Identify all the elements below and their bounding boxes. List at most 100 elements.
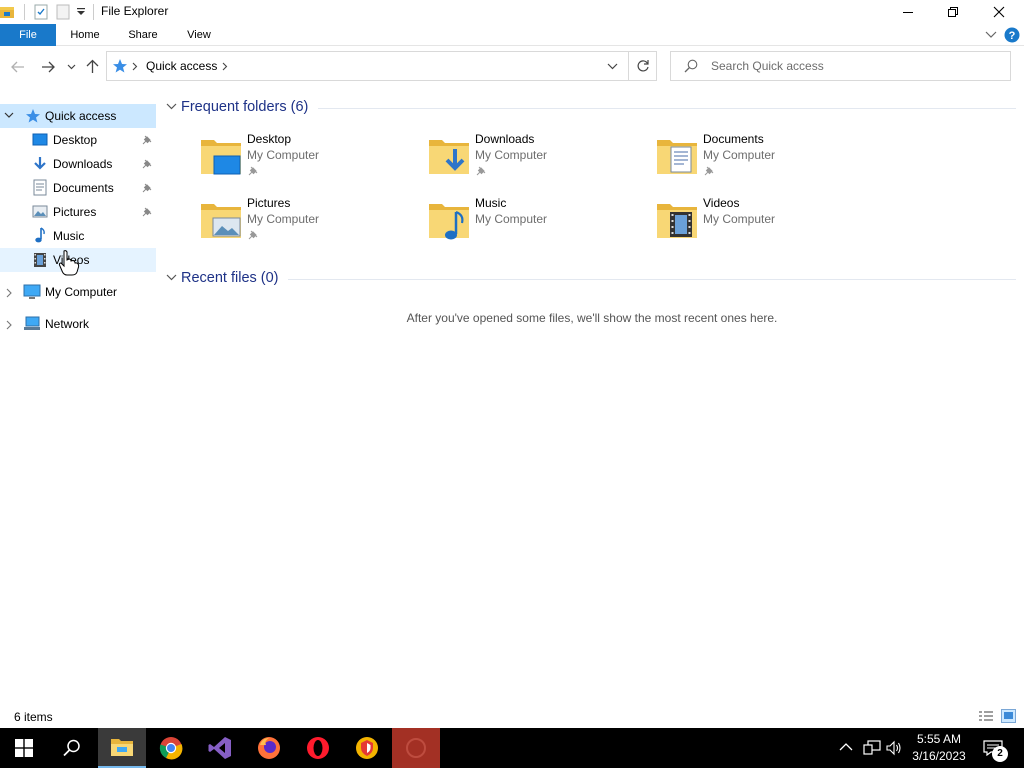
nav-quick-access[interactable]: Quick access — [0, 104, 156, 128]
navigation-pane: Quick access Desktop Downloads Documents — [0, 100, 156, 704]
restore-button[interactable] — [930, 0, 976, 24]
folder-location: My Computer — [475, 148, 548, 162]
pictures-icon — [32, 205, 48, 218]
frequent-folders-header[interactable]: Frequent folders (6) — [181, 99, 308, 115]
volume-icon[interactable] — [886, 740, 902, 756]
expand-chevron-icon[interactable] — [4, 112, 14, 119]
item-count: 6 items — [14, 710, 53, 724]
clock-date: 3/16/2023 — [912, 749, 966, 763]
nav-item-label: Desktop — [53, 133, 98, 147]
content-area: Frequent folders (6) Desktop My Computer… — [160, 92, 1024, 704]
help-icon[interactable]: ? — [1004, 27, 1020, 43]
folder-location: My Computer — [247, 148, 320, 162]
show-hidden-icons-chevron-icon[interactable] — [839, 742, 853, 752]
close-button[interactable] — [976, 0, 1022, 24]
folder-location: My Computer — [703, 148, 776, 162]
svg-text:?: ? — [1009, 30, 1016, 42]
collapse-group-chevron-icon[interactable] — [166, 274, 177, 281]
app-icon — [406, 738, 426, 758]
address-row: Quick access Search Quick access — [0, 46, 1024, 88]
search-icon — [63, 739, 80, 757]
nav-item-documents[interactable]: Documents — [0, 176, 156, 200]
recent-files-empty-message: After you've opened some files, we'll sh… — [406, 311, 778, 325]
taskbar-secure-browser[interactable] — [343, 728, 391, 768]
nav-item-label: Music — [53, 229, 85, 243]
nav-item-label: Downloads — [53, 157, 113, 171]
folder-tile-downloads[interactable]: Downloads My Computer — [428, 132, 648, 188]
folder-tile-music[interactable]: Music My Computer — [428, 196, 648, 252]
taskbar-chrome[interactable] — [147, 728, 195, 768]
folder-tile-videos[interactable]: Videos My Computer — [656, 196, 876, 252]
tab-view[interactable]: View — [176, 24, 222, 46]
taskbar-file-explorer[interactable] — [98, 728, 146, 768]
nav-item-music[interactable]: Music — [0, 224, 156, 248]
search-button[interactable] — [48, 728, 96, 768]
file-explorer-app-icon[interactable] — [0, 4, 16, 20]
tab-share[interactable]: Share — [120, 24, 166, 46]
notification-count-badge: 2 — [992, 746, 1008, 762]
search-icon — [684, 59, 698, 73]
nav-network-label: Network — [45, 317, 90, 331]
up-arrow-icon[interactable] — [86, 59, 99, 74]
videos-folder-icon — [657, 204, 697, 238]
folder-tile-pictures[interactable]: Pictures My Computer — [200, 196, 420, 252]
nav-my-computer-label: My Computer — [45, 285, 118, 299]
breadcrumb-separator-icon[interactable] — [132, 62, 138, 71]
pin-icon — [142, 159, 152, 169]
pin-icon — [248, 166, 258, 176]
tab-file[interactable]: File — [0, 24, 56, 46]
folder-location: My Computer — [703, 212, 776, 226]
pin-icon — [142, 135, 152, 145]
nav-item-pictures[interactable]: Pictures — [0, 200, 156, 224]
clock[interactable]: 5:55 AM 3/16/2023 — [906, 731, 972, 765]
start-button[interactable] — [0, 728, 48, 768]
desktop-folder-icon — [201, 140, 241, 175]
nav-item-downloads[interactable]: Downloads — [0, 152, 156, 176]
pin-icon — [476, 166, 486, 176]
forward-arrow-icon[interactable] — [41, 61, 55, 73]
documents-icon — [33, 179, 47, 196]
taskbar-app-running[interactable] — [392, 728, 440, 768]
folder-tile-desktop[interactable]: Desktop My Computer — [200, 132, 420, 188]
folder-location: My Computer — [475, 212, 548, 226]
taskbar-firefox[interactable] — [245, 728, 293, 768]
address-dropdown-icon[interactable] — [607, 63, 618, 70]
new-folder-icon[interactable] — [55, 4, 71, 20]
search-box[interactable]: Search Quick access — [670, 51, 1011, 81]
network-icon — [24, 316, 40, 330]
customize-qat-icon[interactable] — [76, 6, 86, 18]
pin-icon — [142, 183, 152, 193]
recent-locations-chevron-icon[interactable] — [67, 64, 76, 70]
action-center-button[interactable]: 2 — [978, 728, 1024, 768]
qat-divider — [93, 4, 94, 20]
group-divider — [318, 108, 1016, 109]
nav-my-computer[interactable]: My Computer — [0, 280, 156, 304]
back-arrow-icon[interactable] — [11, 61, 25, 73]
minimize-button[interactable] — [885, 0, 931, 24]
large-icons-view-icon[interactable] — [1001, 709, 1016, 723]
tab-home[interactable]: Home — [62, 24, 108, 46]
computer-icon — [23, 284, 41, 299]
expand-chevron-icon[interactable] — [6, 320, 13, 330]
details-view-icon[interactable] — [978, 710, 994, 722]
collapse-group-chevron-icon[interactable] — [166, 103, 177, 110]
refresh-icon[interactable] — [636, 59, 650, 73]
mouse-cursor-hand-icon — [58, 250, 80, 276]
nav-item-desktop[interactable]: Desktop — [0, 128, 156, 152]
expand-ribbon-icon[interactable] — [985, 30, 997, 40]
address-bar[interactable]: Quick access — [106, 51, 657, 81]
breadcrumb-separator-icon[interactable] — [222, 62, 228, 71]
window-title: File Explorer — [101, 4, 169, 18]
taskbar-visual-studio[interactable] — [196, 728, 244, 768]
folder-tile-documents[interactable]: Documents My Computer — [656, 132, 876, 188]
network-tray-icon[interactable] — [863, 740, 881, 756]
breadcrumb-quick-access[interactable]: Quick access — [146, 59, 217, 73]
file-explorer-icon — [111, 739, 133, 756]
taskbar-opera[interactable] — [294, 728, 342, 768]
expand-chevron-icon[interactable] — [6, 288, 13, 298]
folder-name: Desktop — [247, 132, 292, 146]
nav-network[interactable]: Network — [0, 312, 156, 336]
recent-files-header[interactable]: Recent files (0) — [181, 270, 279, 286]
properties-icon[interactable] — [33, 4, 49, 20]
quick-access-star-icon — [26, 109, 40, 123]
